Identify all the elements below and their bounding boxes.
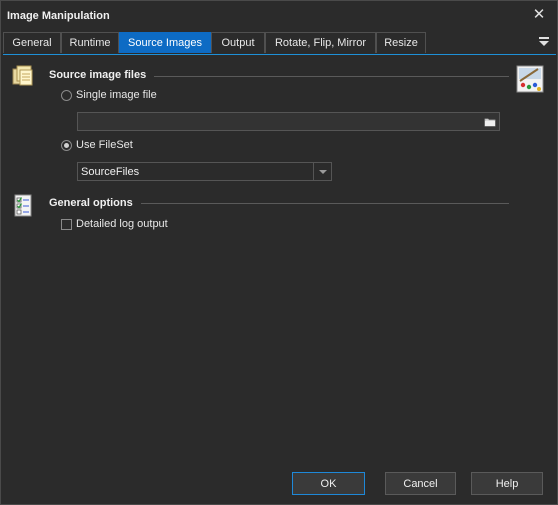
source-section-title: Source image files (49, 69, 155, 81)
folder-browse-icon[interactable] (482, 114, 498, 130)
detailed-log-label: Detailed log output (76, 218, 168, 230)
title-bar: Image Manipulation ✕ (1, 1, 557, 32)
single-image-label: Single image file (76, 89, 157, 101)
tab-source-images[interactable]: Source Images (119, 32, 211, 53)
fileset-select[interactable]: SourceFiles (77, 162, 332, 181)
single-image-radio[interactable] (61, 90, 72, 101)
tab-rotate-flip-mirror[interactable]: Rotate, Flip, Mirror (265, 32, 376, 53)
chevron-down-icon[interactable] (313, 163, 331, 180)
image-palette-icon (516, 65, 544, 96)
tab-resize[interactable]: Resize (376, 32, 426, 53)
use-fileset-radio[interactable] (61, 140, 72, 151)
use-fileset-label: Use FileSet (76, 139, 133, 151)
close-icon[interactable]: ✕ (531, 7, 547, 23)
cancel-button[interactable]: Cancel (385, 472, 456, 495)
checklist-icon (13, 194, 35, 221)
tab-general[interactable]: General (3, 32, 61, 53)
folder-files-icon (11, 65, 35, 90)
help-button[interactable]: Help (471, 472, 543, 495)
fileset-select-value: SourceFiles (81, 166, 140, 178)
tab-output[interactable]: Output (211, 32, 265, 53)
tab-menu-icon[interactable] (538, 35, 550, 49)
general-section-title: General options (49, 197, 141, 209)
image-manipulation-dialog: Image Manipulation ✕ General Runtime Sou… (0, 0, 558, 505)
detailed-log-checkbox[interactable] (61, 219, 72, 230)
tab-runtime[interactable]: Runtime (61, 32, 119, 53)
ok-button[interactable]: OK (292, 472, 365, 495)
window-title: Image Manipulation (7, 10, 110, 22)
tab-strip: General Runtime Source Images Output Rot… (3, 32, 556, 55)
single-image-path-input[interactable] (77, 112, 500, 131)
